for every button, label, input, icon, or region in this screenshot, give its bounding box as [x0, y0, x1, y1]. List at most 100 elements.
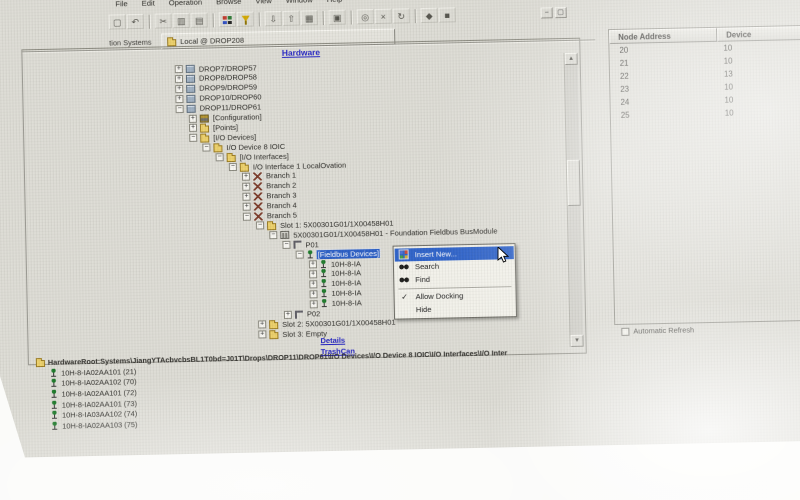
none-icon	[399, 305, 411, 314]
node-address-column-header[interactable]: Node Address	[609, 28, 717, 44]
device-icon	[50, 369, 57, 378]
expander-icon[interactable]: +	[175, 95, 183, 103]
tree-item-label[interactable]: 10H-8-IA	[330, 259, 362, 269]
tree-item-label[interactable]: Branch 3	[265, 191, 297, 201]
tools-icon[interactable]: ■	[439, 7, 456, 22]
restore-button[interactable]: ▢	[555, 7, 567, 18]
palette-icon[interactable]	[219, 12, 236, 27]
expander-icon[interactable]: −	[216, 153, 224, 161]
expander-icon[interactable]: +	[175, 75, 183, 83]
filter-icon[interactable]	[237, 12, 254, 27]
tree-item-label[interactable]: 10H-8-IA	[331, 298, 363, 308]
expander-icon[interactable]: +	[309, 270, 317, 278]
toolbar-group: ⇩⇧▦	[261, 10, 322, 26]
minimize-button[interactable]: −	[541, 7, 553, 18]
check-icon: ✓	[399, 293, 411, 302]
tree-item-label[interactable]: Branch 1	[265, 171, 297, 181]
expander-icon[interactable]: +	[310, 300, 318, 308]
undo-icon[interactable]: ↶	[127, 14, 144, 29]
menu-help[interactable]: Help	[320, 0, 350, 6]
expander-icon[interactable]: +	[242, 192, 250, 200]
cut-icon[interactable]: ✂	[155, 13, 172, 28]
expander-icon[interactable]: −	[296, 251, 304, 259]
export-icon[interactable]: ⇧	[283, 11, 300, 26]
scroll-up-icon[interactable]	[565, 53, 578, 65]
menu-file[interactable]: File	[108, 0, 134, 11]
expander-icon[interactable]: +	[175, 65, 183, 73]
expander-icon[interactable]: −	[269, 231, 277, 239]
scrollbar-thumb[interactable]	[567, 160, 581, 206]
new-icon[interactable]: ▢	[109, 14, 126, 29]
tree-item-label[interactable]: Branch 2	[265, 181, 297, 191]
expander-icon[interactable]: +	[243, 202, 251, 210]
drop-icon	[186, 85, 195, 93]
tree-item-label[interactable]: [I/O Devices]	[212, 132, 257, 142]
close-icon[interactable]: ×	[375, 9, 392, 24]
expander-icon[interactable]: +	[242, 182, 250, 190]
tree-item-label[interactable]: Branch 5	[266, 211, 298, 221]
branch-icon	[254, 202, 263, 210]
insert-new-icon	[398, 250, 410, 259]
expander-icon[interactable]: +	[189, 114, 197, 122]
list-item[interactable]: 10H-8-IA02AA103 (75)	[51, 419, 137, 431]
menu-window[interactable]: Window	[279, 0, 320, 7]
expander-icon[interactable]: −	[243, 212, 251, 220]
menu-item-label: Hide	[416, 305, 432, 314]
menu-edit[interactable]: Edit	[135, 0, 162, 10]
paste-icon[interactable]: ▤	[191, 12, 208, 27]
bottom-device-list: 10H-8-IA02AA101 (21)10H-8-IA02AA102 (70)…	[50, 366, 137, 431]
tree-item-label[interactable]: P02	[306, 309, 322, 318]
device-icon	[321, 299, 328, 308]
expander-icon[interactable]: −	[282, 241, 290, 249]
device-icon	[320, 289, 327, 298]
drop-icon	[186, 94, 195, 102]
tree-item-label[interactable]: P01	[304, 240, 320, 249]
table-body: 201021102213231024102510	[609, 39, 800, 122]
list-item-label: 10H-8-IA02AA103 (75)	[62, 420, 137, 431]
import-icon[interactable]: ⇩	[265, 11, 282, 26]
menu-browse[interactable]: Browse	[209, 0, 249, 8]
duplicate-icon[interactable]: ▦	[301, 10, 318, 25]
refresh-icon[interactable]: ↻	[393, 8, 410, 23]
details-link[interactable]: Details	[320, 336, 345, 346]
menu-item-hide[interactable]: Hide	[396, 301, 515, 316]
device-icon	[320, 269, 327, 278]
tree-item-label[interactable]: [Points]	[212, 123, 239, 133]
port-icon	[295, 310, 303, 318]
folder-icon	[269, 322, 278, 329]
device-cell: 13	[718, 67, 800, 79]
menu-item-find[interactable]: Find	[395, 271, 514, 286]
list-item-label: 10H-8-IA02AA102 (70)	[61, 377, 136, 388]
menu-operation[interactable]: Operation	[162, 0, 210, 9]
find-icon[interactable]: ◎	[357, 9, 374, 24]
auto-refresh-checkbox[interactable]	[621, 327, 629, 335]
application-window: FileEditOperationBrowseViewWindowHelp ▢↶…	[0, 0, 800, 458]
expander-icon[interactable]: −	[202, 144, 210, 152]
expander-icon[interactable]: +	[309, 260, 317, 268]
copy-icon[interactable]: ▥	[173, 13, 190, 28]
expander-icon[interactable]: −	[256, 222, 264, 230]
device-column-header[interactable]: Device	[717, 25, 800, 42]
camera-icon[interactable]: ▣	[329, 10, 346, 25]
binoculars-icon	[398, 276, 410, 283]
expander-icon[interactable]: −	[176, 105, 184, 113]
tree-item-label[interactable]: 10H-8-IA	[330, 288, 362, 298]
expander-icon[interactable]: +	[309, 280, 317, 288]
expander-icon[interactable]: −	[189, 134, 197, 142]
expander-icon[interactable]: −	[229, 163, 237, 171]
menu-view[interactable]: View	[248, 0, 279, 8]
expander-icon[interactable]: +	[242, 173, 250, 181]
toolbar-group: ▣	[325, 10, 350, 26]
expander-icon[interactable]: +	[258, 331, 266, 339]
expander-icon[interactable]: +	[309, 290, 317, 298]
expander-icon[interactable]: +	[175, 85, 183, 93]
node-address-cell: 23	[610, 83, 718, 94]
expander-icon[interactable]: +	[284, 310, 292, 318]
load-icon[interactable]: ◆	[421, 8, 438, 23]
expander-icon[interactable]: +	[258, 321, 266, 329]
tree-item-label[interactable]: Branch 4	[266, 201, 298, 211]
folder-icon	[267, 223, 276, 230]
expander-icon[interactable]: +	[189, 124, 197, 132]
tree-item-label[interactable]: 10H-8-IA	[330, 279, 362, 289]
tree-item-label[interactable]: 10H-8-IA	[330, 269, 362, 279]
